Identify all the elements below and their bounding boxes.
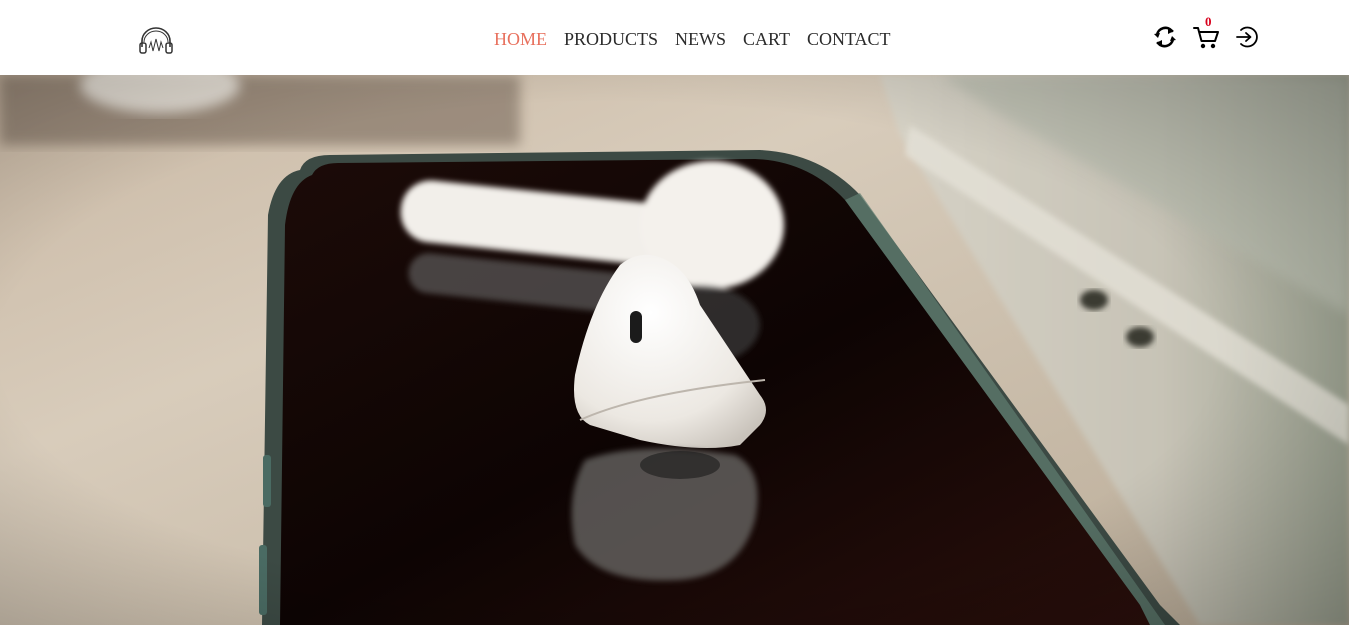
cart-count-badge: 0	[1205, 14, 1212, 29]
nav-cart-link[interactable]: CART	[743, 28, 790, 50]
site-header: HOME PRODUCTS NEWS CART CONTACT 0	[0, 0, 1349, 75]
main-nav: HOME PRODUCTS NEWS CART CONTACT	[494, 28, 891, 50]
page: HOME PRODUCTS NEWS CART CONTACT 0	[0, 0, 1349, 625]
hero-banner	[0, 75, 1349, 625]
nav-contact-link[interactable]: CONTACT	[807, 28, 891, 50]
nav-home-link[interactable]: HOME	[494, 28, 547, 50]
nav-products-link[interactable]: PRODUCTS	[564, 28, 658, 50]
refresh-icon[interactable]	[1151, 23, 1179, 51]
headphones-icon[interactable]	[137, 25, 175, 55]
login-icon[interactable]	[1233, 23, 1261, 51]
nav-news-link[interactable]: NEWS	[675, 28, 726, 50]
earbuds-on-smartphone-photo	[0, 75, 1349, 625]
header-actions: 0	[1151, 15, 1263, 54]
